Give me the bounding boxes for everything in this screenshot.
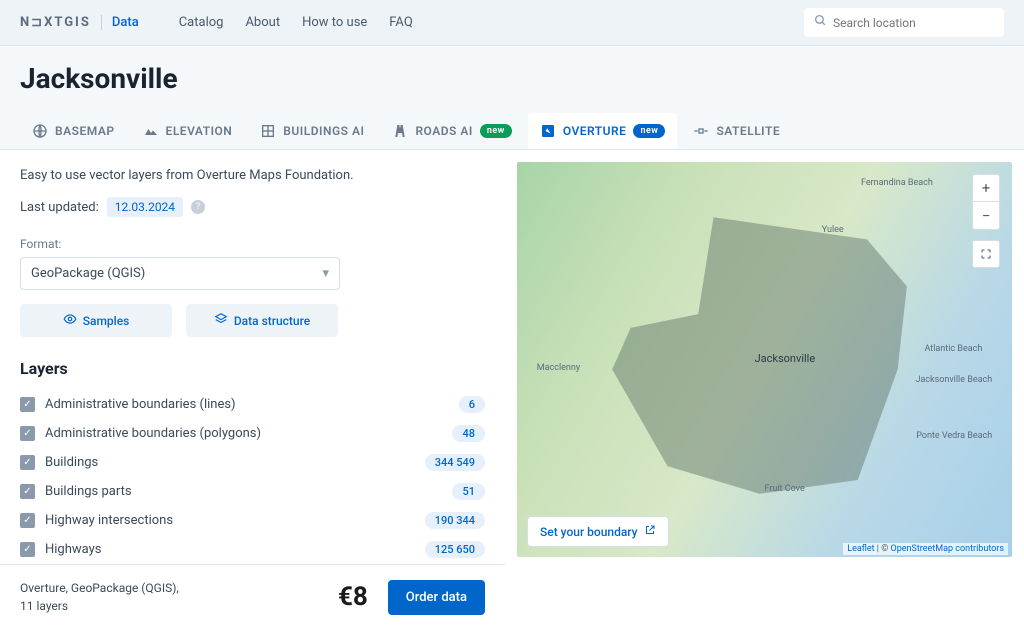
samples-button[interactable]: Samples [20, 304, 172, 337]
layer-row[interactable]: ✓Buildings344 549 [20, 448, 485, 477]
footer-info: Overture, GeoPackage (QGIS), 11 layers [20, 579, 179, 615]
top-nav: Catalog About How to use FAQ [179, 15, 413, 30]
chevron-down-icon: ▾ [322, 266, 329, 281]
tab-buildings-ai[interactable]: BUILDINGS AI [248, 113, 376, 149]
checkbox-icon[interactable]: ✓ [20, 397, 35, 412]
tab-satellite[interactable]: SATELLITE [681, 113, 792, 149]
nav-catalog[interactable]: Catalog [179, 15, 224, 30]
set-boundary-button[interactable]: Set your boundary [527, 516, 669, 547]
layers-icon [214, 312, 228, 329]
map-panel: Jacksonville Fernandina Beach Yulee Atla… [505, 150, 1024, 629]
layer-row[interactable]: ✓Administrative boundaries (lines)6 [20, 390, 485, 419]
place-label: Ponte Vedra Beach [916, 431, 992, 441]
zoom-out-button[interactable]: − [972, 202, 1000, 230]
road-icon [392, 123, 408, 139]
eye-icon [63, 312, 77, 329]
tab-label: SATELLITE [716, 124, 780, 138]
new-badge: new [480, 124, 512, 138]
left-panel: Easy to use vector layers from Overture … [0, 150, 505, 629]
new-badge: new [633, 124, 665, 138]
count-badge: 51 [452, 483, 485, 500]
tab-label: ROADS AI [415, 124, 472, 138]
tab-roads-ai[interactable]: ROADS AI new [380, 113, 523, 149]
external-icon [644, 524, 656, 539]
search-icon [814, 14, 827, 31]
tab-elevation[interactable]: ELEVATION [131, 113, 245, 149]
layers-title: Layers [20, 359, 485, 378]
layer-row[interactable]: ✓Highway intersections190 344 [20, 506, 485, 535]
leaflet-link[interactable]: Leaflet [847, 544, 874, 554]
zoom-in-button[interactable]: + [972, 174, 1000, 202]
checkbox-icon[interactable]: ✓ [20, 484, 35, 499]
grid-icon [260, 123, 276, 139]
globe-icon [32, 123, 48, 139]
place-label: Atlantic Beach [924, 344, 982, 354]
format-value: GeoPackage (QGIS) [31, 266, 145, 281]
count-badge: 6 [459, 396, 485, 413]
description: Easy to use vector layers from Overture … [20, 168, 485, 183]
tab-label: OVERTURE [563, 124, 627, 138]
count-badge: 125 650 [425, 541, 485, 558]
page-title: Jacksonville [20, 62, 1004, 95]
place-label: Yulee [822, 225, 844, 235]
format-select[interactable]: GeoPackage (QGIS) ▾ [20, 257, 340, 290]
checkbox-icon[interactable]: ✓ [20, 455, 35, 470]
nav-faq[interactable]: FAQ [389, 15, 412, 30]
tab-label: ELEVATION [166, 124, 233, 138]
layers-list: ✓Administrative boundaries (lines)6 ✓Adm… [20, 390, 485, 564]
count-badge: 344 549 [425, 454, 485, 471]
tab-label: BUILDINGS AI [283, 124, 364, 138]
tabs: BASEMAP ELEVATION BUILDINGS AI ROADS AI … [0, 113, 1024, 149]
brand-section[interactable]: Data [101, 15, 139, 30]
layer-row[interactable]: ✓Buildings parts51 [20, 477, 485, 506]
checkbox-icon[interactable]: ✓ [20, 542, 35, 557]
updated-date: 12.03.2024 [107, 197, 183, 217]
count-badge: 190 344 [425, 512, 485, 529]
search-box[interactable] [804, 8, 1004, 37]
layer-row[interactable]: ✓Highways125 650 [20, 535, 485, 564]
osm-link[interactable]: OpenStreetMap contributors [891, 544, 1004, 554]
place-label: Jacksonville Beach [915, 375, 992, 385]
place-label: Macclenny [537, 363, 580, 373]
city-label: Jacksonville [755, 352, 816, 365]
checkbox-icon[interactable]: ✓ [20, 426, 35, 441]
logo[interactable]: N⊐XTGIS [20, 15, 91, 30]
search-input[interactable] [833, 16, 994, 30]
layer-row[interactable]: ✓Administrative boundaries (polygons)48 [20, 419, 485, 448]
help-icon[interactable]: ? [191, 200, 205, 214]
tab-basemap[interactable]: BASEMAP [20, 113, 127, 149]
format-label: Format: [20, 237, 485, 251]
structure-button[interactable]: Data structure [186, 304, 338, 337]
order-button[interactable]: Order data [388, 580, 485, 615]
price: €8 [338, 582, 368, 612]
place-label: Fernandina Beach [861, 178, 933, 188]
tab-overture[interactable]: OVERTURE new [528, 113, 678, 149]
updated-label: Last updated: [20, 200, 99, 215]
footer-bar: Overture, GeoPackage (QGIS), 11 layers €… [0, 564, 505, 629]
nav-howto[interactable]: How to use [302, 15, 367, 30]
place-label: Fruit Cove [765, 484, 805, 494]
overture-icon [540, 123, 556, 139]
tab-label: BASEMAP [55, 124, 115, 138]
map-attribution: Leaflet | © OpenStreetMap contributors [843, 543, 1008, 555]
fullscreen-button[interactable] [972, 240, 1000, 268]
satellite-icon [693, 123, 709, 139]
nav-about[interactable]: About [245, 15, 280, 30]
checkbox-icon[interactable]: ✓ [20, 513, 35, 528]
map[interactable]: Jacksonville Fernandina Beach Yulee Atla… [517, 162, 1012, 557]
mountain-icon [143, 123, 159, 139]
count-badge: 48 [452, 425, 485, 442]
